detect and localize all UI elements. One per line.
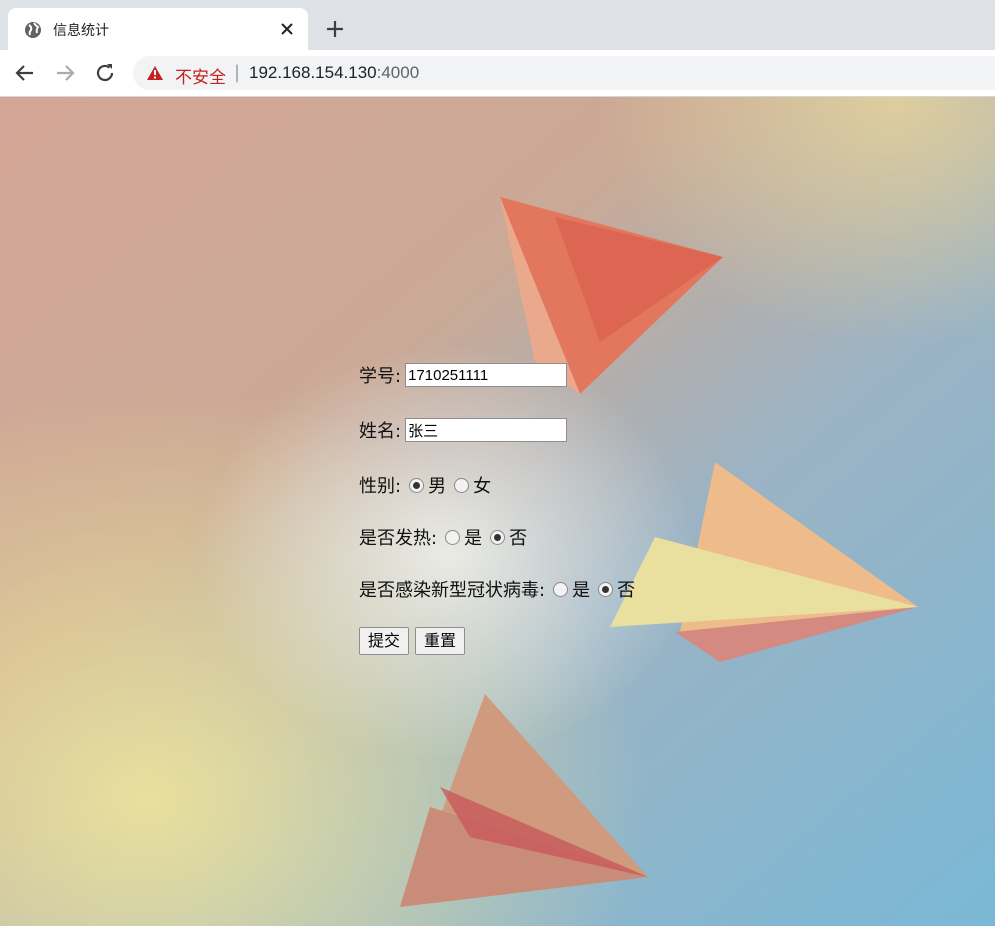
gender-row: 性别: 男 女 <box>359 472 491 498</box>
infected-no-radio[interactable] <box>598 581 614 597</box>
background-image <box>0 97 995 926</box>
tab-strip: 信息统计 <box>0 0 995 50</box>
gender-male-label: 男 <box>428 476 447 497</box>
fever-no-radio[interactable] <box>490 529 506 545</box>
back-arrow-icon[interactable] <box>13 61 37 85</box>
forward-arrow-icon[interactable] <box>53 61 77 85</box>
page-content: 学号: 姓名: 性别: 男 女 是否发热: 是 否 是否感染新型冠状病毒: 是 … <box>0 97 995 926</box>
name-label: 姓名: <box>359 421 402 442</box>
url-port: :4000 <box>376 63 420 82</box>
url-text[interactable]: 192.168.154.130:4000 <box>249 63 419 83</box>
student-id-row: 学号: <box>359 362 568 388</box>
browser-tab[interactable]: 信息统计 <box>8 8 308 50</box>
infected-yes-radio[interactable] <box>553 581 569 597</box>
fever-yes-radio[interactable] <box>445 529 461 545</box>
url-host: 192.168.154.130 <box>249 63 377 82</box>
fever-no-label: 否 <box>509 528 528 549</box>
globe-icon <box>25 22 41 38</box>
button-row: 提交 重置 <box>359 627 471 655</box>
infected-row: 是否感染新型冠状病毒: 是 否 <box>359 576 635 602</box>
infected-label: 是否感染新型冠状病毒: <box>359 580 546 601</box>
tab-title: 信息统计 <box>53 23 109 39</box>
close-icon[interactable] <box>278 20 296 38</box>
insecure-label[interactable]: 不安全 <box>175 63 226 88</box>
reset-button[interactable]: 重置 <box>415 627 466 655</box>
browser-toolbar: 不安全 | 192.168.154.130:4000 <box>0 50 995 97</box>
submit-button[interactable]: 提交 <box>359 627 410 655</box>
fever-label: 是否发热: <box>359 528 438 549</box>
fever-yes-label: 是 <box>464 528 483 549</box>
gender-female-label: 女 <box>473 476 492 497</box>
student-id-input[interactable] <box>405 363 568 387</box>
name-row: 姓名: <box>359 417 568 443</box>
address-bar[interactable]: 不安全 | 192.168.154.130:4000 <box>133 56 995 90</box>
gender-label: 性别: <box>359 476 402 497</box>
gender-female-radio[interactable] <box>454 477 470 493</box>
infected-yes-label: 是 <box>572 580 591 601</box>
name-input[interactable] <box>405 418 568 442</box>
reload-icon[interactable] <box>93 61 117 85</box>
student-id-label: 学号: <box>359 366 402 387</box>
warning-icon <box>147 66 163 80</box>
gender-male-radio[interactable] <box>409 477 425 493</box>
separator: | <box>234 62 241 83</box>
new-tab-icon[interactable] <box>325 19 345 39</box>
fever-row: 是否发热: 是 否 <box>359 524 527 550</box>
infected-no-label: 否 <box>617 580 636 601</box>
